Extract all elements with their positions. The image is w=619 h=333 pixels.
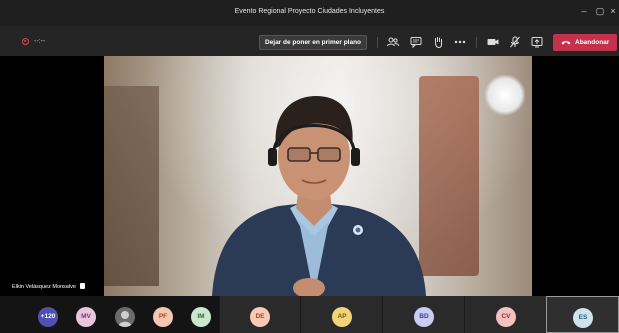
- toolbar-divider: [377, 37, 378, 48]
- recording-icon: [22, 38, 29, 45]
- minimize-button[interactable]: –: [577, 6, 591, 16]
- hang-up-icon: [561, 38, 571, 49]
- window-title: Evento Regional Proyecto Ciudades Incluy…: [234, 8, 385, 15]
- overflow-participants-button[interactable]: +120: [38, 307, 58, 327]
- toolbar-divider: [476, 37, 477, 48]
- participant-avatar: CV: [496, 307, 516, 327]
- participant-avatar: BD: [414, 307, 434, 327]
- participant-avatar: AP: [332, 307, 352, 327]
- speaker-video[interactable]: [104, 56, 532, 296]
- participant-tile[interactable]: AP: [300, 296, 382, 333]
- raise-hand-icon[interactable]: [431, 35, 445, 49]
- leave-label: Abandonar: [575, 39, 610, 46]
- speaker-name: Elkin Velásquez Monsalve: [12, 284, 76, 290]
- participant-tile[interactable]: DE: [219, 296, 300, 333]
- close-button[interactable]: ×: [606, 6, 619, 16]
- title-bar: Evento Regional Proyecto Ciudades Incluy…: [0, 0, 619, 26]
- participants-icon[interactable]: [386, 35, 400, 49]
- mic-off-icon[interactable]: [508, 35, 522, 49]
- speaker-name-label: Elkin Velásquez Monsalve: [12, 283, 85, 290]
- share-screen-icon[interactable]: [530, 35, 544, 49]
- meeting-toolbar: --:-- Dejar de poner en primer plano Aba…: [0, 26, 619, 56]
- meeting-timer: --:--: [34, 38, 46, 45]
- participant-avatar: ES: [573, 308, 593, 328]
- maximize-button[interactable]: ▢: [593, 6, 607, 17]
- leave-button[interactable]: Abandonar: [553, 34, 617, 51]
- participant-strip: +120 MV PF IM DE AP BD CV ES: [0, 296, 619, 333]
- more-options-icon[interactable]: [453, 35, 467, 49]
- unpin-button[interactable]: Dejar de poner en primer plano: [259, 35, 367, 50]
- participant-tile[interactable]: BD: [382, 296, 464, 333]
- participant-photo-avatar[interactable]: [115, 307, 135, 327]
- chat-icon[interactable]: [409, 35, 423, 49]
- participant-tile[interactable]: CV: [464, 296, 546, 333]
- participant-avatar[interactable]: PF: [153, 307, 173, 327]
- participant-tile-active[interactable]: ES: [546, 296, 619, 333]
- participant-avatar: DE: [250, 307, 270, 327]
- person-photo-icon: [115, 307, 135, 327]
- speaker-figure: [212, 96, 426, 296]
- camera-icon[interactable]: [486, 35, 500, 49]
- participant-avatar[interactable]: IM: [191, 307, 211, 327]
- pin-icon: [79, 283, 85, 289]
- participant-avatar[interactable]: MV: [76, 307, 96, 327]
- video-stage: Elkin Velásquez Monsalve: [0, 56, 619, 296]
